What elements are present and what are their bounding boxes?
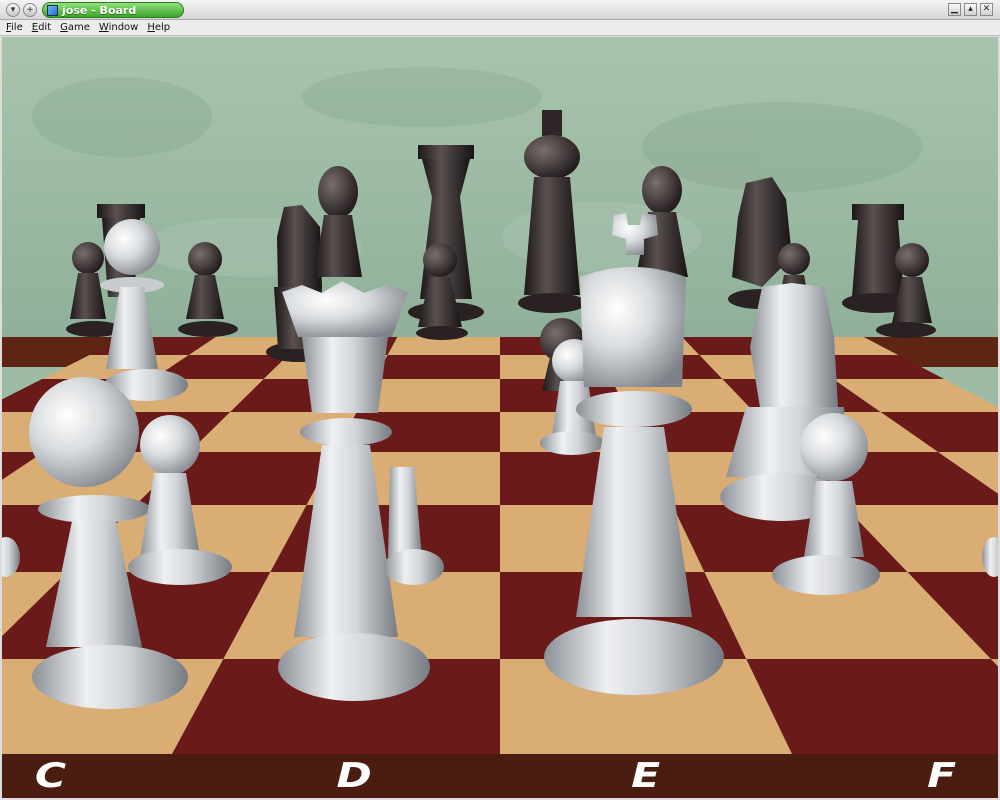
menu-bar: File Edit Game Window Help <box>0 20 1000 36</box>
menu-file[interactable]: File <box>6 22 23 33</box>
plus-icon: + <box>26 5 34 15</box>
menu-game[interactable]: Game <box>60 22 90 33</box>
sticky-button[interactable]: + <box>23 3 37 17</box>
board-square[interactable] <box>374 355 500 379</box>
maximize-button[interactable]: ▴ <box>964 3 977 16</box>
window-title: jose - Board <box>62 3 137 17</box>
menu-edit[interactable]: Edit <box>32 22 51 33</box>
file-label-f: F <box>927 756 957 796</box>
chevron-down-icon: ▾ <box>10 5 16 15</box>
title-bar: ▾ + jose - Board ▁ ▴ ✕ <box>0 0 1000 20</box>
app-icon <box>47 4 58 16</box>
window-title-pill[interactable]: jose - Board <box>42 2 184 18</box>
file-label-e: E <box>631 756 661 796</box>
window-menu-button[interactable]: ▾ <box>6 3 20 17</box>
close-icon: ✕ <box>982 4 991 14</box>
menu-window[interactable]: Window <box>99 22 138 33</box>
close-button[interactable]: ✕ <box>980 3 993 16</box>
minimize-button[interactable]: ▁ <box>948 3 961 16</box>
board-viewport[interactable]: C D E F <box>2 37 998 798</box>
menu-help[interactable]: Help <box>147 22 170 33</box>
minimize-icon: ▁ <box>951 4 958 14</box>
chess-scene[interactable] <box>2 37 998 798</box>
file-label-d: D <box>336 756 372 796</box>
board-frame-front <box>2 754 998 798</box>
file-label-c: C <box>34 756 67 796</box>
maximize-icon: ▴ <box>968 4 973 14</box>
